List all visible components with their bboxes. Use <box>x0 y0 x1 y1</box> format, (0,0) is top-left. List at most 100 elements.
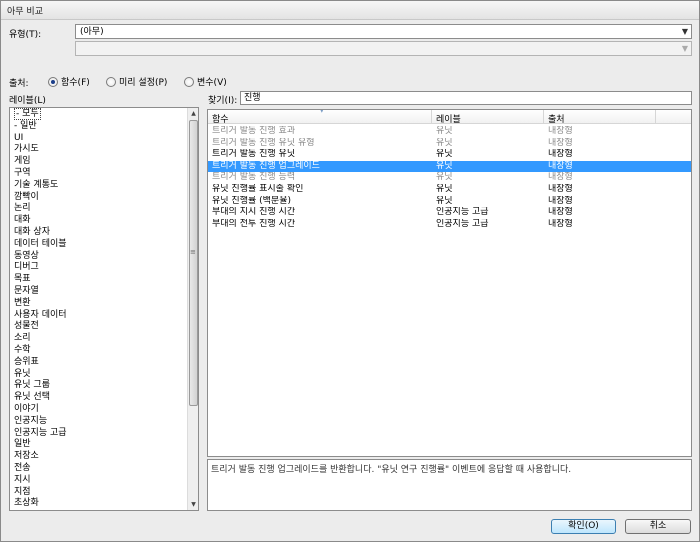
radio-unchecked-icon <box>106 76 116 87</box>
label-list-item[interactable]: 전송 <box>10 463 198 475</box>
label-list-item[interactable]: 일반 <box>10 439 198 451</box>
label-list-item[interactable]: UI <box>10 133 198 145</box>
scroll-thumb[interactable] <box>189 120 198 406</box>
label-list-item[interactable]: 유닛 그룹 <box>10 380 198 392</box>
table-cell-label: 유닛 <box>436 183 453 194</box>
radio-functions-label: 함수(F) <box>61 78 90 88</box>
results-table[interactable]: 함수 ▼ 레이블 출처 트리거 발동 진행 효과 유닛 내장형 트리거 발동 진행 유… <box>207 109 692 457</box>
chevron-down-icon: ▼ <box>681 44 688 53</box>
type-label: 유형(T): <box>9 30 42 40</box>
table-cell-label: 유닛 <box>436 137 453 148</box>
table-header: 함수 ▼ 레이블 출처 <box>208 109 691 125</box>
label-list-item[interactable]: 디버그 <box>10 262 198 274</box>
label-list-item[interactable]: 인공지능 고급 <box>10 428 198 440</box>
table-row[interactable]: 트리거 발동 진행 유닛 유형 유닛 내장형 <box>208 138 691 150</box>
label-list-item[interactable]: 게임 <box>10 156 198 168</box>
scroll-up-icon[interactable]: ▲ <box>188 108 198 119</box>
radio-checked-icon <box>48 76 58 87</box>
table-cell-label: 유닛 <box>436 160 453 171</box>
label-list-item[interactable]: 변환 <box>10 298 198 310</box>
table-cell-label: 유닛 <box>436 149 453 160</box>
table-row[interactable]: 유닛 진행률 (백분율) 유닛 내장형 <box>208 196 691 208</box>
label-list-item[interactable]: - 일반 <box>10 121 198 133</box>
type-dropdown-value: (아무) <box>80 27 104 37</box>
table-cell-source: 내장형 <box>548 126 573 136</box>
table-cell-name: 트리거 발동 진행 유닛 유형 <box>212 137 315 148</box>
subtype-dropdown[interactable]: ▼ <box>75 41 692 56</box>
source-label: 출처: <box>9 79 29 89</box>
label-list-item[interactable]: 수학 <box>10 345 198 357</box>
label-list-item[interactable]: 성물전 <box>10 321 198 333</box>
table-cell-name: 부대의 전투 진행 시간 <box>212 218 296 229</box>
label-list-item[interactable]: 지점 <box>10 487 198 499</box>
table-row[interactable]: 트리거 발동 진행 효과 유닛 내장형 <box>208 126 691 138</box>
label-list-item[interactable]: - 모두 <box>10 108 198 121</box>
label-list-item[interactable]: 대화 <box>10 215 198 227</box>
table-row[interactable]: 부대의 지시 진행 시간 인공지능 고급 내장형 <box>208 207 691 219</box>
label-list-item[interactable]: 초상화 <box>10 498 198 510</box>
table-cell-name: 트리거 발동 진행 효과 <box>212 126 296 136</box>
label-list-item[interactable]: 유닛 선택 <box>10 392 198 404</box>
chevron-down-icon: ▼ <box>681 27 688 36</box>
column-header-label[interactable]: 레이블 <box>432 110 544 125</box>
radio-variables[interactable]: 변수(V) <box>184 75 227 88</box>
table-cell-source: 내장형 <box>548 149 573 160</box>
label-list-item[interactable]: 인공지능 <box>10 416 198 428</box>
table-cell-label: 유닛 <box>436 126 453 136</box>
label-list-item[interactable]: 유닛 <box>10 369 198 381</box>
ok-button[interactable]: 확인(O) <box>551 519 616 534</box>
table-cell-name: 트리거 발동 진행 능력 <box>212 172 296 183</box>
scroll-down-icon[interactable]: ▼ <box>188 499 198 510</box>
label-list-item[interactable]: 이야기 <box>10 404 198 416</box>
label-list-item[interactable]: 저장소 <box>10 451 198 463</box>
table-row[interactable]: 트리거 발동 진행 능력 유닛 내장형 <box>208 172 691 184</box>
label-list-item[interactable]: 소리 <box>10 333 198 345</box>
label-list-item[interactable]: 지시 <box>10 475 198 487</box>
label-list-item[interactable]: 대화 상자 <box>10 227 198 239</box>
scroll-grip-icon: ≡ <box>190 248 196 256</box>
label-list-item[interactable]: 데이터 테이블 <box>10 239 198 251</box>
table-row[interactable]: 유닛 진행률 표시줄 확인 유닛 내장형 <box>208 184 691 196</box>
labels-list[interactable]: - 모두 - 일반 UI 가시도 게임 구역 기술 계통도 깜빡이 논리 대화 대화 상자 데이터 테… <box>9 107 199 511</box>
table-cell-source: 내장형 <box>548 160 573 171</box>
table-cell-source: 내장형 <box>548 195 573 206</box>
sort-indicator-icon: ▼ <box>319 109 325 114</box>
cancel-button[interactable]: 취소 <box>625 519 691 534</box>
table-cell-label: 유닛 <box>436 195 453 206</box>
function-description: 트리거 발동 진행 업그레이드를 반환합니다. "유닛 연구 진행률" 이벤트에… <box>207 459 692 511</box>
table-cell-source: 내장형 <box>548 183 573 194</box>
search-input[interactable]: 진행 <box>240 91 692 105</box>
type-dropdown[interactable]: (아무) ▼ <box>75 24 692 39</box>
label-list-item[interactable]: 구역 <box>10 168 198 180</box>
label-list-item[interactable]: 가시도 <box>10 144 198 156</box>
labels-scrollbar[interactable]: ▲ ≡ ▼ <box>187 108 198 510</box>
label-list-item[interactable]: 사용자 데이터 <box>10 310 198 322</box>
table-cell-name: 유닛 진행률 (백분율) <box>212 195 291 206</box>
compare-dialog: 아무 비교 유형(T): (아무) ▼ ▼ 출처: 함수(F) 미리 설정(P)… <box>0 0 700 542</box>
table-cell-label: 인공지능 고급 <box>436 218 489 229</box>
table-row[interactable]: 트리거 발동 진행 유닛 유닛 내장형 <box>208 149 691 161</box>
label-list-item[interactable]: 기술 계통도 <box>10 180 198 192</box>
column-header-function[interactable]: 함수 ▼ <box>208 109 432 125</box>
table-row[interactable]: 부대의 전투 진행 시간 인공지능 고급 내장형 <box>208 219 691 231</box>
column-header-source[interactable]: 출처 <box>544 110 656 125</box>
label-list-item[interactable]: 목표 <box>10 274 198 286</box>
radio-variables-label: 변수(V) <box>197 78 227 88</box>
radio-presets-label: 미리 설정(P) <box>119 78 168 88</box>
label-list-item[interactable]: 문자열 <box>10 286 198 298</box>
table-cell-name: 트리거 발동 진행 유닛 <box>212 149 296 160</box>
title-bar: 아무 비교 <box>1 1 699 20</box>
table-cell-name: 트리거 발동 진행 업그레이드 <box>212 160 320 171</box>
table-row[interactable]: 트리거 발동 진행 업그레이드 유닛 내장형 <box>208 160 691 173</box>
table-cell-source: 내장형 <box>548 218 573 229</box>
label-list-item[interactable]: 논리 <box>10 203 198 215</box>
label-list-item[interactable]: 깜빡이 <box>10 192 198 204</box>
label-list-item[interactable]: 동영상 <box>10 251 198 263</box>
table-cell-source: 내장형 <box>548 137 573 148</box>
table-cell-label: 인공지능 고급 <box>436 207 489 218</box>
table-cell-name: 유닛 진행률 표시줄 확인 <box>212 183 304 194</box>
radio-presets[interactable]: 미리 설정(P) <box>106 75 167 88</box>
table-cell-label: 유닛 <box>436 172 453 183</box>
label-list-item[interactable]: 승위표 <box>10 357 198 369</box>
radio-functions[interactable]: 함수(F) <box>48 75 90 88</box>
